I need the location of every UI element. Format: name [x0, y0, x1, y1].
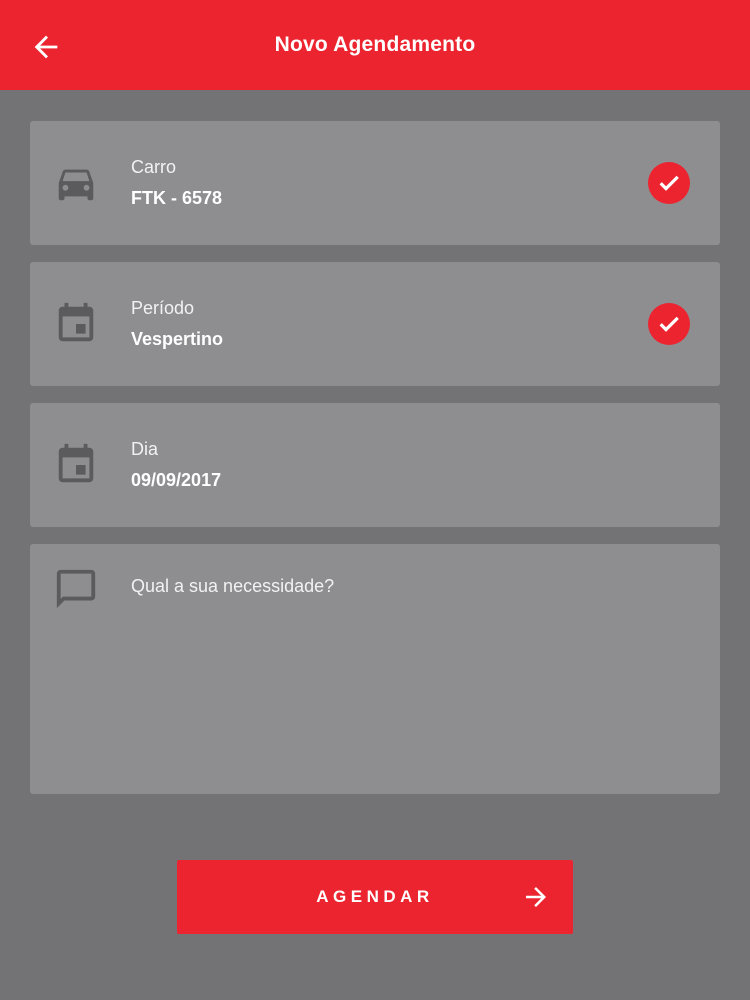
day-select-field[interactable]: Dia 09/09/2017 — [30, 403, 720, 527]
check-icon — [659, 316, 679, 332]
day-label: Dia — [131, 439, 159, 459]
agendar-button[interactable]: AGENDAR — [177, 860, 573, 934]
period-value: Vespertino — [131, 329, 224, 349]
need-textarea[interactable]: Qual a sua necessidade? — [30, 544, 720, 794]
page-title: Novo Agendamento — [274, 33, 476, 56]
period-select-field[interactable]: Período Vespertino — [30, 262, 720, 386]
car-label: Carro — [131, 157, 177, 177]
arrow-left-icon — [34, 35, 58, 59]
day-value: 09/09/2017 — [131, 470, 222, 490]
agendar-button-label: AGENDAR — [316, 887, 434, 906]
period-selected-check — [648, 303, 690, 345]
need-placeholder: Qual a sua necessidade? — [131, 576, 335, 596]
app-bar: Novo Agendamento — [0, 0, 750, 90]
calendar-icon — [53, 301, 99, 347]
back-button[interactable] — [28, 29, 64, 65]
period-label: Período — [131, 298, 195, 318]
car-select-field[interactable]: Carro FTK - 6578 — [30, 121, 720, 245]
calendar-icon — [53, 442, 99, 488]
car-value: FTK - 6578 — [131, 188, 223, 208]
arrow-right-icon — [521, 882, 551, 912]
check-icon — [659, 175, 679, 191]
comment-icon — [53, 566, 99, 612]
car-selected-check — [648, 162, 690, 204]
car-icon — [53, 160, 99, 206]
